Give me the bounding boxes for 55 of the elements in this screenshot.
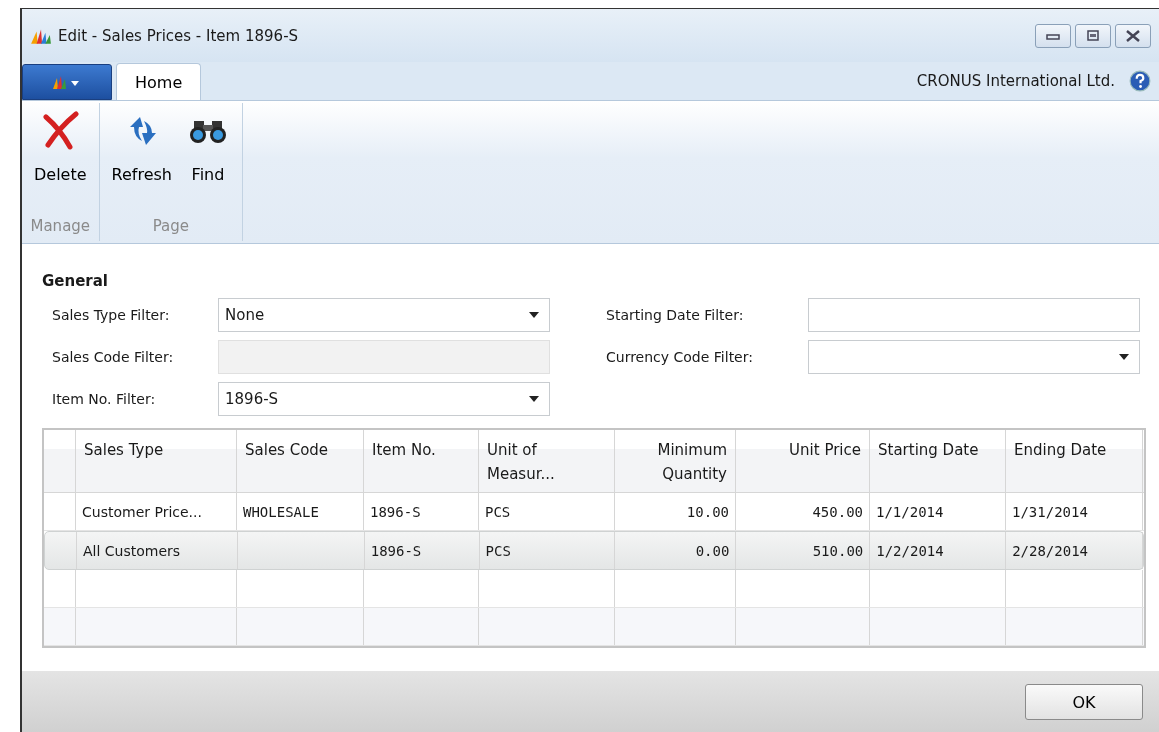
minimize-icon bbox=[1046, 31, 1060, 40]
column-header[interactable]: Minimum Quantity bbox=[615, 430, 736, 492]
section-title: General bbox=[42, 272, 109, 290]
table-cell: 1/2/2014 bbox=[876, 542, 944, 559]
table-cell: PCS bbox=[485, 503, 511, 520]
table-cell: 1/1/2014 bbox=[876, 503, 944, 520]
dropdown-arrow-icon bbox=[529, 312, 539, 318]
table-cell: All Customers bbox=[83, 542, 181, 559]
column-header[interactable]: Unit Price bbox=[736, 430, 870, 492]
field-label: Sales Type Filter: bbox=[52, 307, 171, 323]
input-field[interactable] bbox=[808, 298, 1140, 332]
dropdown-field[interactable]: 1896-S bbox=[218, 382, 550, 416]
table-cell: PCS bbox=[485, 542, 511, 559]
close-icon bbox=[1125, 29, 1141, 42]
ok-button[interactable]: OK bbox=[1025, 684, 1143, 720]
find-button[interactable]: Find bbox=[182, 109, 234, 186]
dropdown-arrow-icon bbox=[529, 396, 539, 402]
column-header[interactable]: Sales Code bbox=[237, 430, 364, 492]
refresh-button[interactable]: Refresh bbox=[107, 109, 176, 186]
minimize-button[interactable] bbox=[1035, 23, 1071, 48]
table-cell: WHOLESALE bbox=[243, 503, 319, 520]
dropdown-field[interactable] bbox=[808, 340, 1140, 374]
close-button[interactable] bbox=[1115, 23, 1151, 48]
column-header[interactable]: Unit of Measur... bbox=[479, 430, 615, 492]
field-label: Currency Code Filter: bbox=[606, 349, 754, 365]
dropdown-arrow-icon bbox=[1119, 354, 1129, 360]
field-label: Item No. Filter: bbox=[52, 391, 157, 407]
table-cell: 450.00 bbox=[812, 503, 863, 520]
delete-icon bbox=[40, 111, 81, 151]
column-header[interactable]: Ending Date bbox=[1006, 430, 1143, 492]
ribbon-tab[interactable]: Home bbox=[116, 63, 202, 100]
table-cell: 1896-S bbox=[370, 542, 422, 559]
field-label: Starting Date Filter: bbox=[606, 307, 745, 323]
app-menu-button[interactable] bbox=[22, 64, 112, 100]
help-icon[interactable] bbox=[1129, 70, 1151, 92]
group-label: Manage bbox=[30, 217, 91, 235]
column-header[interactable]: Starting Date bbox=[870, 430, 1006, 492]
window-title: Edit - Sales Prices - Item 1896-S bbox=[58, 26, 299, 45]
maximize-icon bbox=[1086, 29, 1100, 42]
field-label: Sales Code Filter: bbox=[52, 349, 175, 365]
delete-button[interactable]: Delete bbox=[30, 109, 91, 186]
table-cell: 10.00 bbox=[686, 503, 729, 520]
table-cell: 0.00 bbox=[695, 542, 730, 559]
table-cell: 1896-S bbox=[370, 503, 421, 520]
maximize-button[interactable] bbox=[1075, 23, 1111, 48]
table-cell: Customer Price... bbox=[82, 503, 202, 520]
company-name: CRONUS International Ltd. bbox=[916, 72, 1115, 90]
dropdown-field[interactable]: None bbox=[218, 298, 550, 332]
group-label: Page bbox=[152, 217, 189, 235]
table-row[interactable]: All Customers 1896-S PCS 0.00 510.00 1/2/2014 2/28/2014 bbox=[44, 531, 1144, 570]
column-header[interactable]: Sales Type bbox=[76, 430, 237, 492]
table-cell: 510.00 bbox=[812, 542, 864, 559]
column-header[interactable]: Item No. bbox=[364, 430, 479, 492]
table-cell: 1/31/2014 bbox=[1012, 503, 1088, 520]
table-cell: 2/28/2014 bbox=[1012, 542, 1088, 559]
